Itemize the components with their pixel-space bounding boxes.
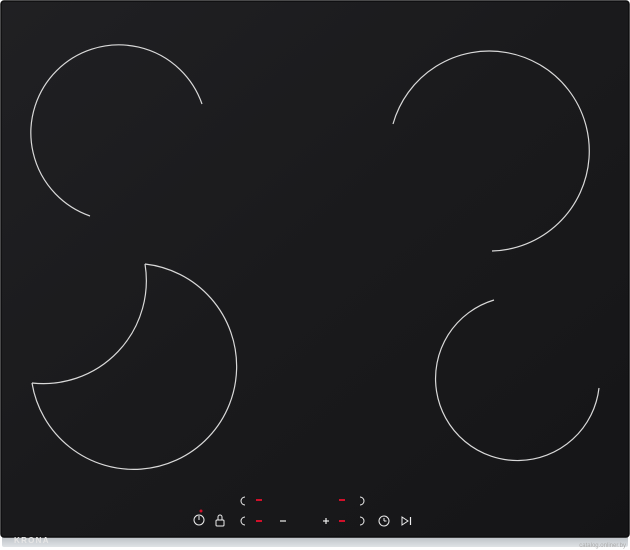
induction-cooktop: KRONA catalog.onliner.by [0,0,630,549]
product-photo: KRONA catalog.onliner.by [0,0,630,550]
glass-panel [0,0,630,538]
brand-logo: KRONA [14,536,50,545]
watermark: catalog.onliner.by [579,543,626,549]
power-indicator-light [199,509,203,513]
